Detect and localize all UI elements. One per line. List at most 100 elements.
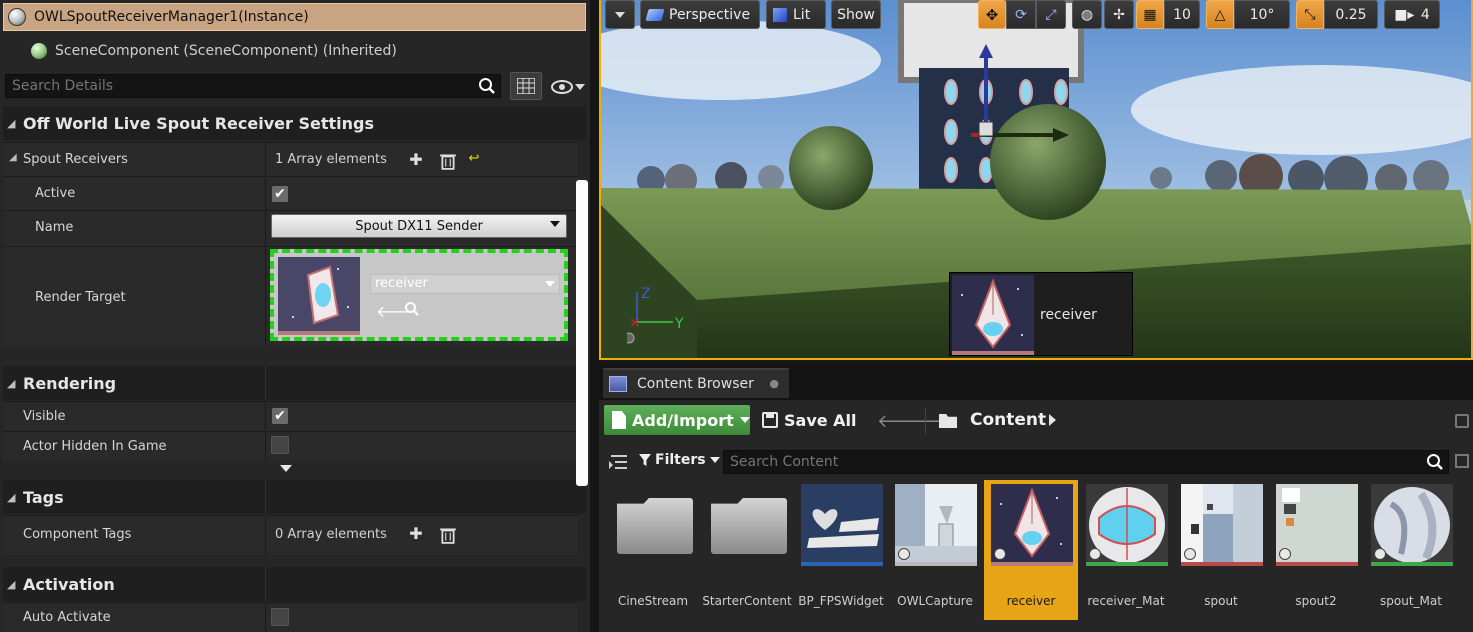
content-browser-filterbar: Filters bbox=[599, 450, 1473, 474]
asset-label: OWLCapture bbox=[897, 594, 973, 608]
asset-tile[interactable]: spout2 bbox=[1269, 480, 1363, 616]
translate-mode-button[interactable]: ✥ bbox=[978, 0, 1006, 29]
content-browser-tabbar: Content Browser ● bbox=[599, 364, 1473, 400]
grid-snap-toggle[interactable]: ▦ bbox=[1136, 0, 1164, 29]
chevron-down-icon bbox=[575, 84, 585, 90]
collapse-arrow-icon: ◢ bbox=[7, 490, 16, 504]
save-icon bbox=[762, 412, 778, 428]
reset-to-default-icon[interactable]: ↩ bbox=[465, 150, 483, 168]
visible-checkbox[interactable]: ✔ bbox=[271, 407, 289, 425]
chevron-down-icon bbox=[545, 281, 555, 287]
component-instance-label: OWLSpoutReceiverManager1(Instance) bbox=[34, 9, 309, 25]
details-search[interactable] bbox=[5, 74, 501, 98]
breadcrumb-content[interactable]: Content bbox=[970, 410, 1046, 430]
scale-icon: ⤢ bbox=[1045, 6, 1057, 23]
scale-snap-value[interactable]: 0.25 bbox=[1324, 0, 1378, 29]
component-instance-row[interactable]: OWLSpoutReceiverManager1(Instance) bbox=[3, 3, 586, 31]
tab-content-browser[interactable]: Content Browser ● bbox=[603, 368, 789, 398]
asset-tile[interactable]: StarterContent bbox=[700, 480, 794, 616]
sources-panel-icon[interactable] bbox=[609, 453, 629, 471]
category-title: Tags bbox=[23, 487, 64, 507]
render-target-image bbox=[278, 257, 360, 335]
eye-icon bbox=[551, 80, 573, 94]
world-local-toggle[interactable]: ◍ bbox=[1072, 0, 1102, 29]
asset-tile[interactable]: BP_FPSWidget bbox=[794, 480, 888, 616]
category-owl-settings[interactable]: ◢ Off World Live Spout Receiver Settings bbox=[3, 106, 586, 140]
grid-snap-value[interactable]: 10 bbox=[1164, 0, 1200, 29]
asset-thumbnail bbox=[1181, 484, 1263, 566]
category-tags[interactable]: ◢ Tags bbox=[3, 480, 586, 514]
chevron-down-icon bbox=[709, 457, 720, 463]
folder-icon bbox=[617, 498, 693, 554]
chevron-down-icon bbox=[615, 11, 625, 18]
level-viewport[interactable]: Perspective Lit Show ✥ ⟳ ⤢ ◍ ✢ ▦ 10 △ 10… bbox=[599, 0, 1473, 360]
perspective-button[interactable]: Perspective bbox=[640, 0, 760, 29]
add-element-icon[interactable]: ✚ bbox=[407, 525, 425, 543]
advanced-expand-button[interactable] bbox=[3, 462, 578, 476]
expand-arrow-icon[interactable]: ◢ bbox=[9, 152, 17, 163]
asset-thumbnail bbox=[991, 484, 1073, 566]
search-icon[interactable] bbox=[478, 77, 496, 95]
render-target-thumbnail[interactable] bbox=[278, 257, 360, 335]
property-matrix-button[interactable] bbox=[510, 72, 542, 100]
name-dropdown[interactable]: Spout DX11 Sender bbox=[271, 214, 567, 238]
scale-snap-toggle[interactable]: ⤡ bbox=[1296, 0, 1324, 29]
viewport-options-button[interactable] bbox=[605, 0, 635, 29]
asset-thumbnail bbox=[1371, 484, 1453, 566]
view-mode-button[interactable]: Lit bbox=[766, 0, 826, 29]
content-browser-icon bbox=[609, 376, 627, 392]
trash-icon[interactable] bbox=[439, 526, 457, 544]
camera-speed-button[interactable]: ■▸ 4 bbox=[1384, 0, 1440, 29]
show-button[interactable]: Show bbox=[831, 0, 881, 29]
rotation-snap-toggle[interactable]: △ bbox=[1206, 0, 1234, 29]
save-search-icon[interactable] bbox=[1455, 454, 1469, 468]
prop-label: Visible bbox=[23, 409, 66, 424]
lock-icon[interactable] bbox=[1455, 414, 1469, 428]
surface-snap-button[interactable]: ✢ bbox=[1104, 0, 1134, 29]
content-search-input[interactable] bbox=[724, 454, 1426, 470]
asset-label: spout bbox=[1204, 594, 1238, 608]
chevron-down-icon bbox=[280, 465, 292, 472]
grid-snap-icon: ▦ bbox=[1143, 6, 1157, 23]
asset-tile[interactable]: spout_Mat bbox=[1364, 480, 1458, 616]
rotation-snap-value[interactable]: 10° bbox=[1234, 0, 1290, 29]
asset-tile[interactable]: receiver_Mat bbox=[1079, 480, 1173, 616]
asset-type-badge-icon bbox=[994, 548, 1006, 560]
scale-mode-button[interactable]: ⤢ bbox=[1036, 0, 1066, 29]
asset-type-badge-icon bbox=[898, 548, 910, 560]
browse-search-icon[interactable] bbox=[404, 301, 420, 317]
render-target-asset-picker[interactable]: receiver 🡐 bbox=[270, 249, 568, 341]
category-rendering[interactable]: ◢ Rendering bbox=[3, 366, 586, 400]
active-checkbox[interactable]: ✔ bbox=[271, 185, 289, 203]
widget-blueprint-image bbox=[801, 484, 883, 566]
render-target-combo[interactable]: receiver bbox=[370, 274, 560, 294]
view-options-button[interactable] bbox=[548, 76, 588, 98]
asset-tile[interactable]: OWLCapture bbox=[888, 480, 982, 616]
save-all-label: Save All bbox=[784, 410, 857, 430]
asset-label: receiver_Mat bbox=[1087, 594, 1165, 608]
camera-speed-label: 4 bbox=[1420, 6, 1430, 23]
perspective-icon bbox=[645, 8, 665, 21]
asset-tile-selected[interactable]: receiver bbox=[984, 480, 1078, 620]
breadcrumb-chevron-icon[interactable] bbox=[1049, 414, 1056, 426]
asset-label: BP_FPSWidget bbox=[798, 594, 884, 608]
perspective-label: Perspective bbox=[669, 6, 751, 23]
category-activation[interactable]: ◢ Activation bbox=[3, 567, 586, 601]
add-import-button[interactable]: Add/Import bbox=[604, 405, 750, 435]
asset-tile[interactable]: CineStream bbox=[606, 480, 700, 616]
search-icon[interactable] bbox=[1426, 453, 1444, 471]
close-icon[interactable]: ● bbox=[769, 377, 779, 390]
asset-tile[interactable]: spout bbox=[1174, 480, 1268, 616]
save-all-button[interactable]: Save All bbox=[762, 405, 857, 435]
rotation-snap-label: 10° bbox=[1249, 6, 1275, 23]
trash-icon[interactable] bbox=[439, 152, 457, 170]
details-scrollbar[interactable] bbox=[576, 180, 588, 486]
scene-component-row[interactable]: SceneComponent (SceneComponent) (Inherit… bbox=[3, 37, 586, 65]
filters-button[interactable]: Filters bbox=[639, 452, 720, 468]
auto-activate-checkbox[interactable] bbox=[271, 608, 289, 626]
actor-hidden-checkbox[interactable] bbox=[271, 436, 289, 454]
add-element-icon[interactable]: ✚ bbox=[407, 151, 425, 169]
content-search[interactable] bbox=[723, 450, 1449, 474]
rotate-mode-button[interactable]: ⟳ bbox=[1006, 0, 1036, 29]
details-search-input[interactable] bbox=[6, 78, 478, 94]
